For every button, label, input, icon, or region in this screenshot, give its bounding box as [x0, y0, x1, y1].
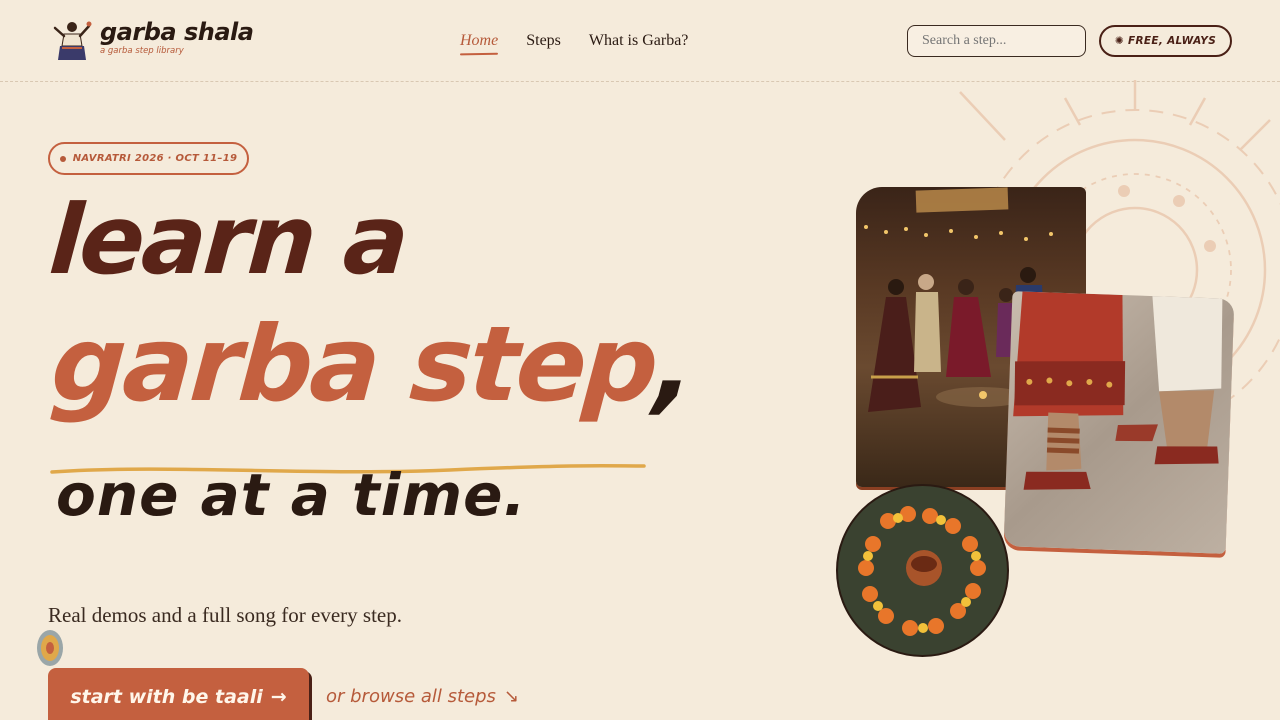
arrow-right-icon: → [270, 686, 287, 708]
free-always-badge: ✺ FREE, ALWAYS [1099, 25, 1232, 57]
search-input[interactable] [907, 25, 1086, 57]
headline-comma: , [651, 303, 697, 425]
dancer-feet-photo [1003, 291, 1235, 554]
marigold-diya-photo [836, 484, 1009, 657]
hero-lede: Real demos and a full song for every ste… [48, 603, 402, 627]
sparkle-icon: ✺ [1114, 35, 1125, 47]
headline-line-3: one at a time. [56, 461, 527, 529]
logo-subtitle: a garba step library [100, 46, 184, 56]
free-always-label: FREE, ALWAYS [1128, 35, 1217, 47]
dancer-logo-icon [53, 21, 92, 60]
navratri-date-badge: NAVRATRI 2026 · OCT 11–19 [48, 142, 249, 175]
main-nav: Home Steps What is Garba? [460, 32, 688, 50]
nav-home[interactable]: Home [460, 32, 498, 50]
nav-what-is-garba[interactable]: What is Garba? [589, 32, 689, 50]
navratri-date-label: NAVRATRI 2026 · OCT 11–19 [72, 153, 238, 164]
browse-label: or browse all steps [326, 686, 496, 707]
nav-steps[interactable]: Steps [526, 32, 561, 50]
tape-decoration [915, 187, 1009, 213]
headline-line-2: garba step, [48, 303, 696, 425]
headline-line-2-text: garba step [47, 303, 660, 425]
arrow-down-right-icon: ↘ [503, 686, 520, 707]
start-with-be-taali-button[interactable]: start with be taali → [48, 668, 309, 720]
cta-label: start with be taali [70, 686, 263, 708]
dandiya-target-icon [37, 630, 63, 666]
logo-title: garba shala [100, 18, 254, 46]
site-header: garba shala a garba step library Home St… [0, 0, 1280, 82]
headline-line-1: learn a [46, 184, 410, 296]
browse-all-steps-link[interactable]: or browse all steps ↘ [326, 686, 519, 707]
dot-icon [59, 155, 66, 162]
logo[interactable]: garba shala a garba step library [52, 18, 254, 62]
